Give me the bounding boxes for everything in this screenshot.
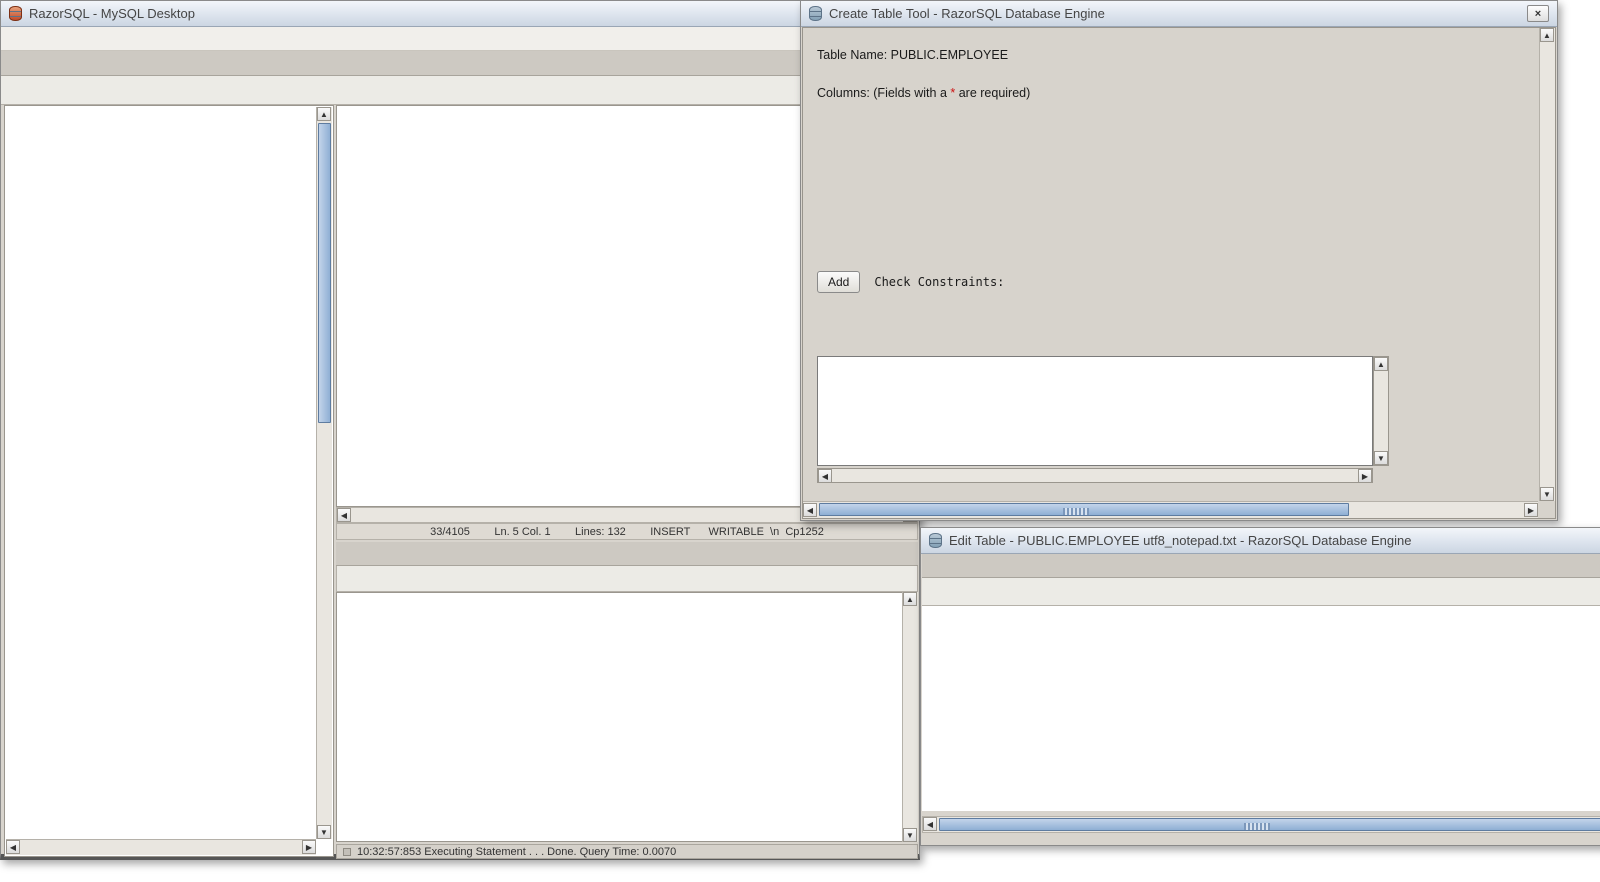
query-status-bar: 10:32:57:853 Executing Statement . . . D… xyxy=(336,844,918,859)
edit-table-grid-panel xyxy=(922,606,1600,811)
scroll-left-icon[interactable]: ◀ xyxy=(337,508,351,522)
scroll-up-icon[interactable]: ▲ xyxy=(1374,357,1388,371)
edit-table-title: Edit Table - PUBLIC.EMPLOYEE utf8_notepa… xyxy=(949,533,1412,548)
scroll-left-icon[interactable]: ◀ xyxy=(803,503,817,517)
scroll-left-icon[interactable]: ◀ xyxy=(6,840,20,854)
results-toolbar xyxy=(336,566,918,592)
close-icon[interactable]: × xyxy=(1527,5,1549,22)
sql-vertical-scrollbar[interactable]: ▲ ▼ xyxy=(1373,356,1389,466)
create-table-window: Create Table Tool - RazorSQL Database En… xyxy=(800,0,1558,521)
edit-table-titlebar[interactable]: Edit Table - PUBLIC.EMPLOYEE utf8_notepa… xyxy=(921,528,1600,554)
window-title: RazorSQL - MySQL Desktop xyxy=(29,6,195,21)
edit-table-tabs xyxy=(922,554,1600,578)
add-column-button[interactable]: Add xyxy=(817,271,861,293)
database-icon xyxy=(809,6,822,21)
generated-sql-textarea[interactable] xyxy=(817,356,1373,466)
scroll-left-icon[interactable]: ◀ xyxy=(818,469,832,483)
database-tree-panel: ▲ ▼ ◀ ▶ xyxy=(4,105,334,857)
tree-horizontal-scrollbar[interactable]: ◀ ▶ xyxy=(6,839,316,855)
create-table-titlebar[interactable]: Create Table Tool - RazorSQL Database En… xyxy=(801,1,1557,27)
status-indicator-icon xyxy=(343,847,351,856)
main-titlebar[interactable]: RazorSQL - MySQL Desktop xyxy=(1,1,919,27)
window-horizontal-scrollbar[interactable]: ◀ ▶ xyxy=(803,501,1538,518)
window-vertical-scrollbar[interactable]: ▲ ▼ xyxy=(1539,28,1555,501)
results-tabs xyxy=(336,542,918,566)
edit-table-toolbar xyxy=(922,578,1600,606)
menu-bar xyxy=(1,27,919,51)
check-constraints-label: Check Constraints: xyxy=(874,275,1005,289)
scroll-down-icon[interactable]: ▼ xyxy=(1374,451,1388,465)
database-tree[interactable] xyxy=(6,107,316,839)
scroll-down-icon[interactable]: ▼ xyxy=(1540,487,1554,501)
scroll-thumb[interactable] xyxy=(819,503,1349,516)
sql-horizontal-scrollbar[interactable]: ◀ ▶ xyxy=(817,468,1373,483)
main-toolbar xyxy=(1,76,919,105)
tree-vertical-scrollbar[interactable]: ▲ ▼ xyxy=(316,107,332,839)
connection-tabs xyxy=(1,51,919,76)
scroll-thumb[interactable] xyxy=(939,818,1600,831)
scroll-right-icon[interactable]: ▶ xyxy=(1358,469,1372,483)
editor-status-bar: 33/4105 Ln. 5 Col. 1 Lines: 132 INSERT W… xyxy=(336,523,918,540)
create-table-body: Table Name: PUBLIC.EMPLOYEE Columns: (Fi… xyxy=(802,27,1556,519)
columns-label: Columns: (Fields with a * are required) xyxy=(817,86,1031,100)
scroll-down-icon[interactable]: ▼ xyxy=(317,825,331,839)
scroll-up-icon[interactable]: ▲ xyxy=(317,107,331,121)
scroll-right-icon[interactable]: ▶ xyxy=(1524,503,1538,517)
table-name-label: Table Name: PUBLIC.EMPLOYEE xyxy=(817,48,1009,62)
results-grid-panel xyxy=(336,592,918,842)
app-icon xyxy=(9,6,22,21)
results-vertical-scrollbar[interactable]: ▲ ▼ xyxy=(902,592,918,842)
scroll-up-icon[interactable]: ▲ xyxy=(903,592,917,606)
scroll-down-icon[interactable]: ▼ xyxy=(903,828,917,842)
scroll-up-icon[interactable]: ▲ xyxy=(1540,28,1554,42)
edit-table-window: Edit Table - PUBLIC.EMPLOYEE utf8_notepa… xyxy=(920,527,1600,846)
scroll-right-icon[interactable]: ▶ xyxy=(302,840,316,854)
scroll-left-icon[interactable]: ◀ xyxy=(923,817,937,831)
tree-scroll-thumb[interactable] xyxy=(318,123,331,423)
query-status-text: 10:32:57:853 Executing Statement . . . D… xyxy=(357,845,677,858)
create-table-title: Create Table Tool - RazorSQL Database En… xyxy=(829,6,1105,21)
main-window: RazorSQL - MySQL Desktop ▲ ▼ ◀ ▶ ◀ ▶ 33/… xyxy=(0,0,920,860)
edit-table-horizontal-scrollbar[interactable]: ◀ xyxy=(922,816,1600,833)
database-icon xyxy=(929,533,942,548)
